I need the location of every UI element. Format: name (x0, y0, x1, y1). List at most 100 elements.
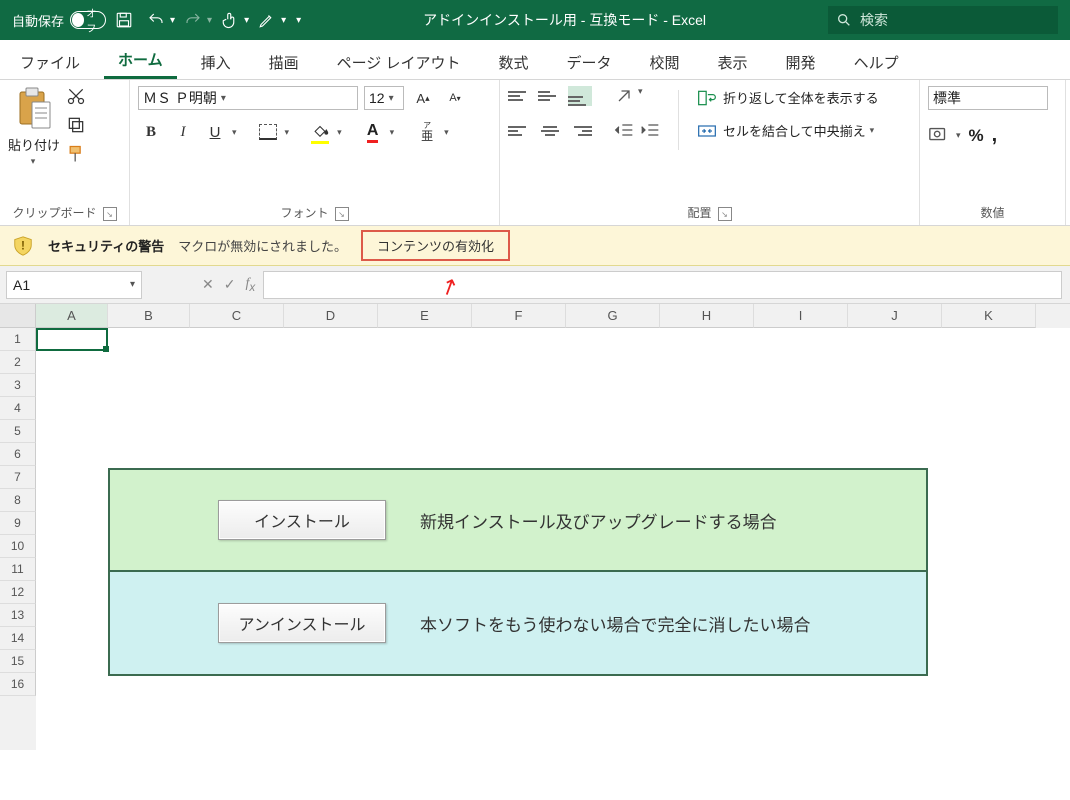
row-header-10[interactable]: 10 (0, 535, 36, 558)
row-header-12[interactable]: 12 (0, 581, 36, 604)
col-header-J[interactable]: J (848, 304, 942, 328)
border-button[interactable] (255, 120, 281, 144)
formula-input[interactable] (263, 271, 1062, 299)
enable-content-button[interactable]: コンテンツの有効化 (361, 230, 510, 261)
row-header-1[interactable]: 1 (0, 328, 36, 351)
align-launcher-icon[interactable] (718, 207, 732, 221)
security-title: セキュリティの警告 (48, 236, 164, 255)
tab-挿入[interactable]: 挿入 (187, 44, 245, 79)
document-title: アドインインストール用 - 互換モード - Excel (305, 10, 824, 30)
row-header-14[interactable]: 14 (0, 627, 36, 650)
search-icon (836, 12, 852, 28)
format-painter-icon[interactable] (66, 144, 86, 167)
comma-format-icon[interactable]: , (992, 124, 998, 147)
tab-ヘルプ[interactable]: ヘルプ (840, 44, 913, 79)
cells-area[interactable]: インストール 新規インストール及びアップグレードする場合 アンインストール 本ソ… (36, 328, 1070, 750)
row-header-7[interactable]: 7 (0, 466, 36, 489)
tab-表示[interactable]: 表示 (704, 44, 762, 79)
tab-描画[interactable]: 描画 (255, 44, 313, 79)
align-left-icon[interactable] (508, 121, 532, 141)
save-icon[interactable] (110, 6, 138, 34)
uninstall-button[interactable]: アンインストール (218, 603, 386, 643)
increase-indent-icon[interactable] (640, 121, 660, 142)
undo-icon[interactable] (142, 6, 170, 34)
font-launcher-icon[interactable] (335, 207, 349, 221)
col-header-K[interactable]: K (942, 304, 1036, 328)
row-header-3[interactable]: 3 (0, 374, 36, 397)
align-middle-icon[interactable] (538, 86, 562, 106)
col-header-H[interactable]: H (660, 304, 754, 328)
col-header-A[interactable]: A (36, 304, 108, 328)
row-header-8[interactable]: 8 (0, 489, 36, 512)
col-header-B[interactable]: B (108, 304, 190, 328)
row-header-4[interactable]: 4 (0, 397, 36, 420)
percent-format-icon[interactable]: % (969, 126, 984, 146)
install-button[interactable]: インストール (218, 500, 386, 540)
tab-ファイル[interactable]: ファイル (6, 44, 94, 79)
tab-ホーム[interactable]: ホーム (104, 41, 177, 79)
search-input[interactable]: 検索 (828, 6, 1058, 34)
row-header-2[interactable]: 2 (0, 351, 36, 374)
name-box[interactable]: A1▾ (6, 271, 142, 299)
security-message: マクロが無効にされました。 (178, 236, 347, 255)
align-right-icon[interactable] (568, 121, 592, 141)
tab-ページ レイアウト[interactable]: ページ レイアウト (323, 44, 475, 79)
paste-label: 貼り付け (8, 135, 60, 154)
row-headers: 12345678910111213141516 (0, 304, 36, 750)
clipboard-launcher-icon[interactable] (103, 207, 117, 221)
underline-button[interactable]: U (202, 120, 228, 144)
select-all-corner[interactable] (0, 304, 36, 328)
furigana-button[interactable]: ア亜 (414, 120, 440, 144)
paste-button[interactable]: 貼り付け ▾ (8, 86, 60, 167)
wrap-text-button[interactable]: 折り返して全体を表示する (697, 88, 879, 107)
row-header-6[interactable]: 6 (0, 443, 36, 466)
cut-icon[interactable] (66, 86, 86, 109)
redo-dd[interactable]: ▾ (207, 15, 212, 26)
merge-center-button[interactable]: セルを結合して中央揃え▾ (697, 121, 879, 140)
cancel-formula-icon[interactable]: ✕ (202, 276, 214, 293)
font-color-button[interactable]: A (360, 120, 386, 144)
tab-数式[interactable]: 数式 (484, 44, 542, 79)
row-header-15[interactable]: 15 (0, 650, 36, 673)
undo-dd[interactable]: ▾ (170, 15, 175, 26)
tab-校閲[interactable]: 校閲 (636, 44, 694, 79)
row-header-11[interactable]: 11 (0, 558, 36, 581)
row-header-5[interactable]: 5 (0, 420, 36, 443)
number-format-combo[interactable]: 標準 (928, 86, 1048, 110)
pen-icon[interactable] (253, 6, 281, 34)
accept-formula-icon[interactable]: ✓ (224, 276, 236, 293)
col-header-C[interactable]: C (190, 304, 284, 328)
tab-データ[interactable]: データ (553, 44, 626, 79)
font-name-combo[interactable]: ＭＳ Ｐ明朝▾ (138, 86, 358, 110)
col-header-G[interactable]: G (566, 304, 660, 328)
bold-button[interactable]: B (138, 120, 164, 144)
uninstall-description: 本ソフトをもう使わない場合で完全に消したい場合 (420, 611, 811, 636)
align-center-icon[interactable] (538, 121, 562, 141)
fx-icon[interactable]: fx (245, 276, 255, 294)
touch-mode-icon[interactable] (216, 6, 244, 34)
copy-icon[interactable] (66, 115, 86, 138)
redo-icon[interactable] (179, 6, 207, 34)
active-cell[interactable] (36, 328, 108, 351)
tab-開発[interactable]: 開発 (772, 44, 830, 79)
row-header-16[interactable]: 16 (0, 673, 36, 696)
orientation-icon[interactable] (614, 86, 634, 109)
accounting-format-icon[interactable] (928, 124, 950, 147)
col-header-D[interactable]: D (284, 304, 378, 328)
fill-color-button[interactable] (307, 120, 333, 144)
autosave-toggle[interactable]: 自動保存 オフ (12, 11, 106, 30)
col-header-I[interactable]: I (754, 304, 848, 328)
decrease-font-icon[interactable]: A▾ (442, 86, 468, 110)
col-header-F[interactable]: F (472, 304, 566, 328)
row-header-13[interactable]: 13 (0, 604, 36, 627)
increase-font-icon[interactable]: A▴ (410, 86, 436, 110)
qat-more-icon[interactable]: ▾ (296, 15, 301, 26)
italic-button[interactable]: I (170, 120, 196, 144)
align-bottom-icon[interactable] (568, 86, 592, 106)
font-size-combo[interactable]: 12▾ (364, 86, 404, 110)
decrease-indent-icon[interactable] (614, 121, 634, 142)
shield-warning-icon: ! (12, 235, 34, 257)
row-header-9[interactable]: 9 (0, 512, 36, 535)
col-header-E[interactable]: E (378, 304, 472, 328)
align-top-icon[interactable] (508, 86, 532, 106)
